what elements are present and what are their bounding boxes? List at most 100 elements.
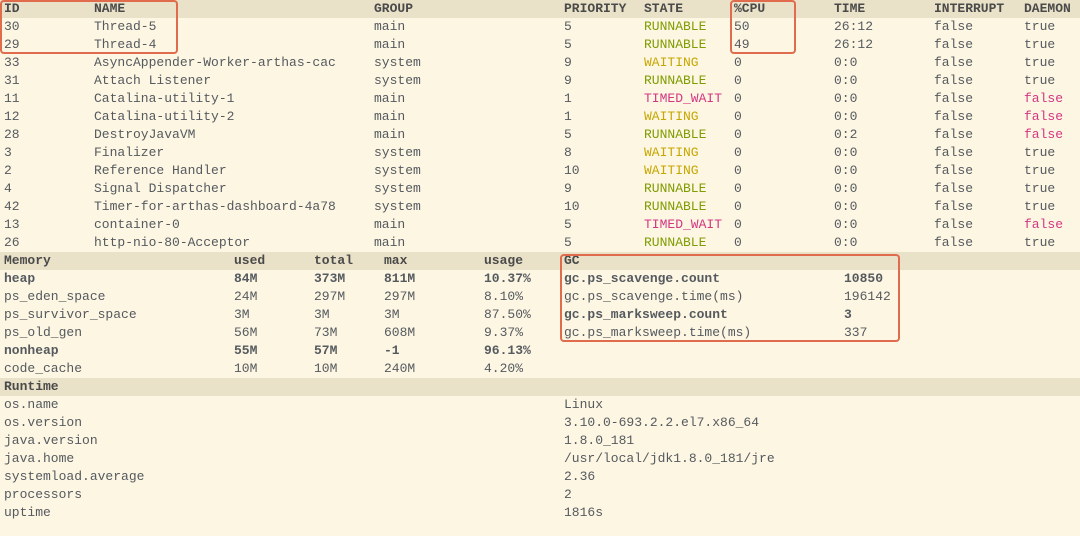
thread-cpu: 0	[730, 162, 830, 180]
thread-priority: 9	[560, 54, 640, 72]
mem-col-usage: usage	[480, 252, 560, 270]
col-priority: PRIORITY	[560, 0, 640, 18]
col-daemon: DAEMON	[1020, 0, 1080, 18]
thread-group: system	[370, 144, 560, 162]
runtime-key: os.version	[0, 414, 560, 432]
thread-state: RUNNABLE	[640, 234, 730, 252]
thread-id: 31	[0, 72, 90, 90]
mem-name: code_cache	[0, 360, 230, 378]
thread-priority: 5	[560, 234, 640, 252]
thread-cpu: 0	[730, 216, 830, 234]
gc-cell	[560, 360, 1020, 378]
thread-id: 2	[0, 162, 90, 180]
thread-group: main	[370, 36, 560, 54]
thread-row: 31Attach Listenersystem9RUNNABLE00:0fals…	[0, 72, 1080, 90]
thread-interrupt: false	[930, 198, 1020, 216]
thread-state: RUNNABLE	[640, 18, 730, 36]
runtime-key: java.home	[0, 450, 560, 468]
thread-id: 29	[0, 36, 90, 54]
thread-time: 26:12	[830, 36, 930, 54]
thread-cpu: 0	[730, 54, 830, 72]
thread-row: 28DestroyJavaVMmain5RUNNABLE00:2falsefal…	[0, 126, 1080, 144]
thread-daemon: true	[1020, 198, 1080, 216]
gc-value: 196142	[844, 288, 964, 306]
thread-interrupt: false	[930, 54, 1020, 72]
thread-group: main	[370, 108, 560, 126]
thread-daemon: false	[1020, 126, 1080, 144]
thread-group: system	[370, 198, 560, 216]
thread-row: 4Signal Dispatchersystem9RUNNABLE00:0fal…	[0, 180, 1080, 198]
thread-priority: 8	[560, 144, 640, 162]
thread-interrupt: false	[930, 216, 1020, 234]
mem-name: nonheap	[0, 342, 230, 360]
thread-id: 12	[0, 108, 90, 126]
thread-group: main	[370, 216, 560, 234]
runtime-key: os.name	[0, 396, 560, 414]
thread-daemon: true	[1020, 144, 1080, 162]
col-id: ID	[0, 0, 90, 18]
thread-group: system	[370, 180, 560, 198]
col-interrupt: INTERRUPT	[930, 0, 1020, 18]
thread-daemon: true	[1020, 234, 1080, 252]
mem-used: 3M	[230, 306, 310, 324]
runtime-value: 3.10.0-693.2.2.el7.x86_64	[560, 414, 1080, 432]
mem-col-max: max	[380, 252, 480, 270]
col-cpu: %CPU	[730, 0, 830, 18]
memory-row: ps_old_gen56M73M608M9.37%gc.ps_marksweep…	[0, 324, 1080, 342]
gc-key: gc.ps_scavenge.time(ms)	[564, 288, 844, 306]
thread-daemon: false	[1020, 216, 1080, 234]
runtime-value: /usr/local/jdk1.8.0_181/jre	[560, 450, 1080, 468]
thread-time: 0:0	[830, 216, 930, 234]
col-name: NAME	[90, 0, 370, 18]
thread-cpu: 0	[730, 234, 830, 252]
mem-used: 84M	[230, 270, 310, 288]
thread-id: 30	[0, 18, 90, 36]
mem-usage: 8.10%	[480, 288, 560, 306]
thread-time: 0:0	[830, 144, 930, 162]
thread-cpu: 0	[730, 126, 830, 144]
thread-interrupt: false	[930, 234, 1020, 252]
mem-used: 56M	[230, 324, 310, 342]
mem-max: 297M	[380, 288, 480, 306]
mem-name: ps_eden_space	[0, 288, 230, 306]
thread-name: Signal Dispatcher	[90, 180, 370, 198]
thread-cpu: 50	[730, 18, 830, 36]
memory-row: heap84M373M811M10.37%gc.ps_scavenge.coun…	[0, 270, 1080, 288]
thread-time: 0:0	[830, 90, 930, 108]
gc-cell: gc.ps_marksweep.count3	[560, 306, 1020, 324]
thread-priority: 5	[560, 216, 640, 234]
thread-row: 12Catalina-utility-2main1WAITING00:0fals…	[0, 108, 1080, 126]
mem-total: 297M	[310, 288, 380, 306]
runtime-key: processors	[0, 486, 560, 504]
thread-id: 11	[0, 90, 90, 108]
thread-interrupt: false	[930, 18, 1020, 36]
gc-value: 10850	[844, 270, 964, 288]
runtime-row: os.version3.10.0-693.2.2.el7.x86_64	[0, 414, 1080, 432]
gc-cell: gc.ps_scavenge.time(ms)196142	[560, 288, 1020, 306]
gc-cell	[560, 342, 1020, 360]
thread-daemon: true	[1020, 54, 1080, 72]
thread-interrupt: false	[930, 90, 1020, 108]
mem-usage: 87.50%	[480, 306, 560, 324]
memory-header: Memory used total max usage GC	[0, 252, 1080, 270]
thread-name: Finalizer	[90, 144, 370, 162]
thread-state: RUNNABLE	[640, 198, 730, 216]
memory-row: ps_eden_space24M297M297M8.10%gc.ps_scave…	[0, 288, 1080, 306]
thread-name: AsyncAppender-Worker-arthas-cac	[90, 54, 370, 72]
thread-interrupt: false	[930, 108, 1020, 126]
thread-cpu: 0	[730, 72, 830, 90]
thread-name: http-nio-80-Acceptor	[90, 234, 370, 252]
mem-used: 10M	[230, 360, 310, 378]
thread-row: 33AsyncAppender-Worker-arthas-cacsystem9…	[0, 54, 1080, 72]
thread-state: WAITING	[640, 144, 730, 162]
thread-id: 3	[0, 144, 90, 162]
runtime-value: 2	[560, 486, 1080, 504]
runtime-key: uptime	[0, 504, 560, 522]
thread-id: 42	[0, 198, 90, 216]
thread-table-header: ID NAME GROUP PRIORITY STATE %CPU TIME I…	[0, 0, 1080, 18]
memory-row: code_cache10M10M240M4.20%	[0, 360, 1080, 378]
runtime-header: Runtime	[0, 378, 1080, 396]
thread-priority: 5	[560, 18, 640, 36]
thread-priority: 10	[560, 162, 640, 180]
thread-group: system	[370, 162, 560, 180]
